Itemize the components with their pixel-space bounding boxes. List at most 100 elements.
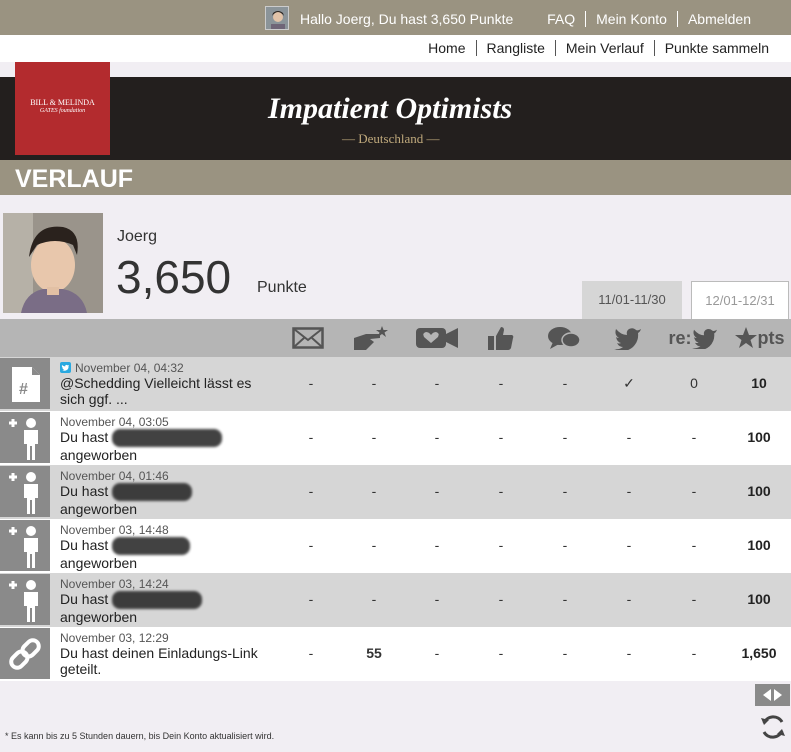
add-user-icon bbox=[0, 466, 50, 517]
cell-twitter: - bbox=[626, 645, 632, 661]
row-description[interactable]: Du hast angeworben bbox=[60, 429, 270, 463]
retweet-icon: re: bbox=[662, 319, 724, 357]
cell-comment: - bbox=[562, 591, 568, 607]
footnote: * Es kann bis zu 5 Stunden dauern, bis D… bbox=[5, 731, 275, 741]
redacted-name bbox=[112, 483, 193, 502]
history-row: November 04, 01:46 Du hast angeworben - … bbox=[0, 465, 791, 519]
pager-arrows-button[interactable] bbox=[755, 684, 790, 706]
link-icon bbox=[0, 628, 50, 679]
cell-retweet: - bbox=[691, 591, 697, 607]
cell-comment: - bbox=[562, 537, 568, 553]
twitter-icon bbox=[597, 319, 659, 357]
hashtag-document-icon: # bbox=[0, 358, 50, 409]
cell-video: - bbox=[434, 483, 440, 499]
twitter-badge-icon bbox=[60, 362, 71, 373]
cell-mail: - bbox=[308, 429, 314, 445]
cell-points: 100 bbox=[747, 483, 771, 499]
redacted-name bbox=[112, 537, 191, 556]
cell-mail: - bbox=[308, 591, 314, 607]
greeting-text: Hallo Joerg, Du hast 3,650 Punkte bbox=[300, 11, 514, 27]
refresh-icon[interactable] bbox=[758, 712, 788, 742]
cell-mail: - bbox=[308, 537, 314, 553]
cell-retweet: 0 bbox=[690, 375, 698, 391]
row-meta: November 04, 04:32 bbox=[60, 361, 184, 375]
cell-like: - bbox=[498, 483, 504, 499]
cell-retweet: - bbox=[691, 429, 697, 445]
cell-like: - bbox=[498, 537, 504, 553]
comment-icon bbox=[533, 319, 595, 357]
svg-text:#: # bbox=[19, 381, 28, 398]
nav-ranking-link[interactable]: Rangliste bbox=[475, 40, 555, 56]
history-row: # November 04, 04:32 @Schedding Vielleic… bbox=[0, 357, 791, 411]
cell-twitter: - bbox=[626, 591, 632, 607]
row-description[interactable]: Du hast angeworben bbox=[60, 483, 270, 517]
cell-points: 1,650 bbox=[741, 645, 777, 661]
mail-icon bbox=[277, 319, 339, 357]
cell-video: - bbox=[434, 645, 440, 661]
nav-collect-points-link[interactable]: Punkte sammeln bbox=[653, 40, 779, 56]
history-row: November 03, 14:24 Du hast angeworben - … bbox=[0, 573, 791, 627]
cell-points: 10 bbox=[751, 375, 767, 391]
foundation-logo[interactable]: BILL & MELINDA GATES foundation bbox=[15, 62, 110, 155]
tab-december[interactable]: 12/01-12/31 bbox=[691, 281, 789, 319]
like-icon bbox=[470, 319, 532, 357]
history-row: November 03, 14:48 Du hast angeworben - … bbox=[0, 519, 791, 573]
cell-points: 100 bbox=[747, 537, 771, 553]
row-description[interactable]: Du hast deinen Einladungs-Link geteilt. bbox=[60, 645, 270, 677]
add-user-icon bbox=[0, 412, 50, 463]
cell-video: - bbox=[434, 429, 440, 445]
cell-video: - bbox=[434, 591, 440, 607]
tab-november[interactable]: 11/01-11/30 bbox=[582, 281, 682, 319]
row-meta: November 03, 14:24 bbox=[60, 577, 169, 591]
points-label: Punkte bbox=[257, 279, 307, 296]
cell-share: - bbox=[371, 429, 377, 445]
nav-history-link[interactable]: Mein Verlauf bbox=[554, 40, 654, 56]
cell-like: - bbox=[498, 645, 504, 661]
cell-twitter: - bbox=[626, 483, 632, 499]
cell-comment: - bbox=[562, 429, 568, 445]
account-link[interactable]: Mein Konto bbox=[585, 11, 677, 27]
row-description[interactable]: Du hast angeworben bbox=[60, 537, 270, 571]
column-header-row: re: pts bbox=[0, 319, 791, 357]
cell-twitter: - bbox=[626, 537, 632, 553]
cell-twitter: - bbox=[626, 429, 632, 445]
pts-icon: pts bbox=[728, 319, 790, 357]
section-header: VERLAUF bbox=[0, 160, 791, 195]
site-title: Impatient Optimists bbox=[268, 92, 513, 125]
profile-photo bbox=[3, 213, 103, 313]
row-meta: November 04, 03:05 bbox=[60, 415, 169, 429]
cell-points: 100 bbox=[747, 591, 771, 607]
cell-retweet: - bbox=[691, 645, 697, 661]
share-icon bbox=[340, 319, 402, 357]
cell-comment: - bbox=[562, 483, 568, 499]
add-user-icon bbox=[0, 574, 50, 625]
cell-like: - bbox=[498, 429, 504, 445]
top-bar: Hallo Joerg, Du hast 3,650 Punkte FAQ Me… bbox=[0, 0, 791, 35]
cell-video: - bbox=[434, 375, 440, 391]
row-meta: November 04, 01:46 bbox=[60, 469, 169, 483]
nav-home-link[interactable]: Home bbox=[418, 40, 475, 56]
history-row: November 03, 12:29 Du hast deinen Einlad… bbox=[0, 627, 791, 681]
history-row: November 04, 03:05 Du hast angeworben - … bbox=[0, 411, 791, 465]
user-name: Joerg bbox=[117, 228, 158, 245]
row-description[interactable]: Du hast angeworben bbox=[60, 591, 270, 625]
main-nav: Home Rangliste Mein Verlauf Punkte samme… bbox=[0, 35, 791, 62]
cell-retweet: - bbox=[691, 483, 697, 499]
cell-mail: - bbox=[308, 375, 314, 391]
redacted-name bbox=[112, 429, 223, 448]
cell-video: - bbox=[434, 537, 440, 553]
user-avatar-small[interactable] bbox=[265, 6, 289, 30]
cell-like: - bbox=[498, 375, 504, 391]
video-icon bbox=[406, 319, 468, 357]
logout-link[interactable]: Abmelden bbox=[676, 11, 761, 27]
cell-points: 100 bbox=[747, 429, 771, 445]
faq-link[interactable]: FAQ bbox=[537, 11, 585, 27]
cell-mail: - bbox=[308, 645, 314, 661]
points-total: 3,650 bbox=[116, 251, 232, 303]
cell-mail: - bbox=[308, 483, 314, 499]
row-description[interactable]: @Schedding Vielleicht lässt es sich ggf.… bbox=[60, 375, 270, 407]
cell-twitter: ✓ bbox=[623, 375, 635, 391]
cell-share: 55 bbox=[366, 645, 382, 661]
page-title: VERLAUF bbox=[15, 165, 134, 193]
add-user-icon bbox=[0, 520, 50, 571]
